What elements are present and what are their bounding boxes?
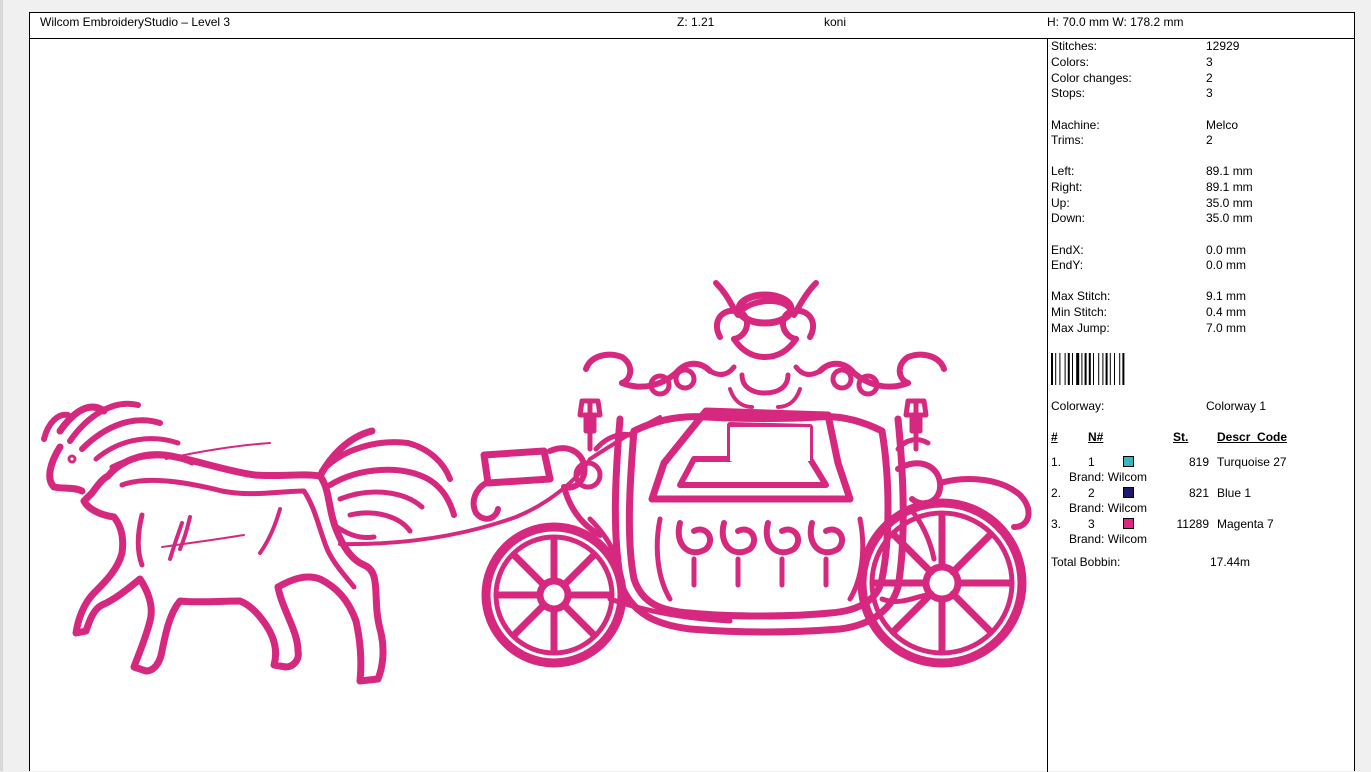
app-title: Wilcom EmbroideryStudio – Level 3 (40, 15, 231, 29)
row-brand: Brand: Wilcom (1069, 501, 1148, 515)
row-brand: Brand: Wilcom (1069, 532, 1148, 546)
worksheet: Wilcom EmbroideryStudio – Level 3 Z: 1.2… (29, 12, 1355, 772)
total-bobbin-value: 17.44m (1210, 555, 1251, 569)
front-wheel (481, 522, 627, 668)
zoom-readout: Z: 1.21 (677, 15, 715, 29)
col-header-descr: Descr_Code (1217, 430, 1288, 444)
row-description: Magenta 7 (1217, 517, 1274, 531)
carriage-figure (470, 280, 1032, 668)
row-needle: 1 (1088, 455, 1095, 469)
row-description: Blue 1 (1217, 486, 1252, 500)
window-edge (0, 0, 3, 771)
rear-wheel (857, 498, 1027, 668)
row-brand: Brand: Wilcom (1069, 470, 1148, 484)
stitch-info-panel: Stitches: 12929 Colors: 3 Color changes: 2 … (1051, 39, 1288, 569)
horse-carriage-embroidery (41, 280, 1032, 685)
col-header-index: # (1051, 430, 1058, 444)
row-description: Turquoise 27 (1217, 455, 1287, 469)
row-stitches: 11289 (1176, 517, 1209, 531)
color-swatch (1123, 518, 1134, 529)
row-index: 2. (1051, 486, 1062, 500)
col-header-needle: N# (1088, 430, 1104, 444)
color-swatch (1123, 456, 1134, 467)
col-header-stitches: St. (1173, 430, 1189, 444)
row-stitches: 819 (1188, 455, 1209, 469)
design-dimensions: H: 70.0 mm W: 178.2 mm (1047, 15, 1184, 29)
header-bar: Wilcom EmbroideryStudio – Level 3 Z: 1.2… (30, 13, 1354, 39)
row-stitches: 821 (1188, 486, 1209, 500)
barcode-image (1051, 353, 1125, 385)
design-name: koni (824, 15, 847, 29)
design-preview (30, 39, 1048, 772)
row-needle: 2 (1088, 486, 1095, 500)
row-index: 1. (1051, 455, 1062, 469)
row-needle: 3 (1088, 517, 1095, 531)
row-index: 3. (1051, 517, 1062, 531)
total-bobbin-label: Total Bobbin: (1051, 555, 1121, 569)
color-swatch (1123, 487, 1134, 498)
